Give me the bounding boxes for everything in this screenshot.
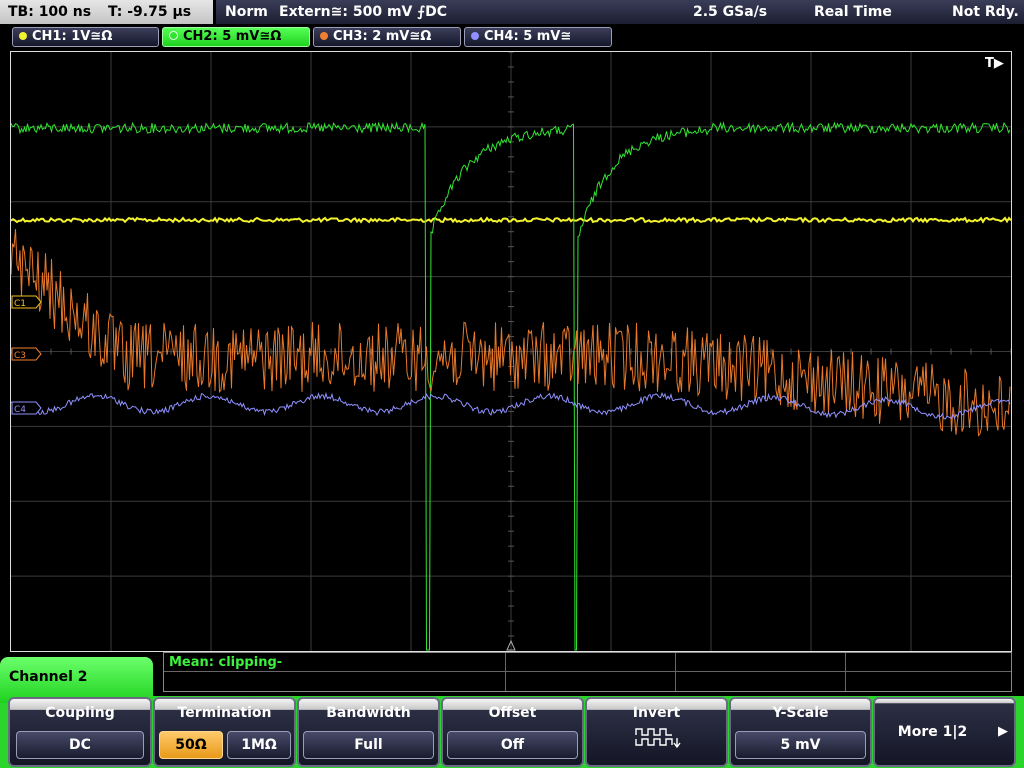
ch2-dot-icon: [169, 31, 178, 40]
trigger-source: Extern≅: 500 mV ⨍DC: [279, 4, 448, 20]
termination-1mohm-option[interactable]: 1MΩ: [227, 731, 291, 759]
invert-label: Invert: [632, 705, 681, 721]
acquisition-mode: Real Time: [814, 4, 892, 20]
invert-waveform-icon: [635, 728, 681, 749]
termination-50ohm-option[interactable]: 50Ω: [159, 731, 223, 759]
channel-tab-label: CH1: 1V≅Ω: [32, 29, 113, 44]
coupling-value[interactable]: DC: [16, 731, 144, 759]
ch4-ground-marker[interactable]: C4: [11, 401, 42, 415]
yscale-value[interactable]: 5 mV: [735, 731, 866, 759]
ch4-marker-label: C4: [14, 405, 26, 415]
more-label: More 1|2: [897, 724, 968, 740]
ch3-ground-marker[interactable]: C3: [11, 347, 42, 361]
trigger-position-marker[interactable]: T▶: [985, 56, 1004, 71]
more-softkey[interactable]: More 1|2 ▶: [873, 697, 1016, 767]
invert-softkey[interactable]: Invert: [585, 697, 728, 767]
trigger-mode: Norm: [225, 4, 268, 20]
channel-tab-ch3[interactable]: CH3: 2 mV≅Ω: [313, 27, 461, 47]
waveform-canvas: C1 C3 C4 T▶: [11, 52, 1011, 651]
termination-label: Termination: [177, 705, 272, 721]
channel-tab-label: CH2: 5 mV≅Ω: [183, 29, 282, 44]
timebase-readout: TB: 100 ns: [8, 4, 92, 20]
acquisition-state: Not Rdy.: [952, 4, 1019, 20]
trigger-status-bar[interactable]: Norm Extern≅: 500 mV ⨍DC 2.5 GSa/s Real …: [216, 0, 1024, 24]
timebase-panel[interactable]: TB: 100 ns T: -9.75 µs: [0, 0, 213, 24]
coupling-label: Coupling: [45, 705, 115, 721]
channel-tab-label: CH3: 2 mV≅Ω: [333, 29, 432, 44]
ch1-ground-marker[interactable]: C1: [11, 295, 42, 309]
channel-tab-ch1[interactable]: CH1: 1V≅Ω: [12, 27, 159, 47]
channel-tab-ch4[interactable]: CH4: 5 mV≅: [464, 27, 612, 47]
waveform-display[interactable]: C1 C3 C4 T▶: [10, 51, 1012, 652]
measurement-panel[interactable]: Mean: clipping-: [163, 652, 1012, 692]
ch3-dot-icon: [320, 32, 328, 40]
trigger-time-readout: T: -9.75 µs: [107, 4, 192, 20]
sample-rate: 2.5 GSa/s: [693, 4, 768, 20]
offset-value[interactable]: Off: [447, 731, 578, 759]
bandwidth-label: Bandwidth: [326, 705, 411, 721]
ch1-dot-icon: [19, 32, 27, 40]
yscale-label: Y-Scale: [772, 705, 829, 721]
measurement-result: Mean: clipping-: [169, 655, 283, 670]
offset-label: Offset: [488, 705, 537, 721]
channel-tab-label: CH4: 5 mV≅: [484, 29, 572, 44]
ch3-marker-label: C3: [14, 351, 26, 361]
bandwidth-value[interactable]: Full: [303, 731, 434, 759]
channel-markers: C1 C3 C4: [11, 295, 42, 415]
coupling-softkey[interactable]: Coupling DC: [8, 697, 152, 767]
ch4-dot-icon: [471, 32, 479, 40]
ch1-marker-label: C1: [14, 299, 26, 309]
yscale-softkey[interactable]: Y-Scale 5 mV: [729, 697, 872, 767]
channel-tab-ch2[interactable]: CH2: 5 mV≅Ω: [162, 27, 310, 47]
termination-softkey[interactable]: Termination 50Ω 1MΩ: [153, 697, 296, 767]
bandwidth-softkey[interactable]: Bandwidth Full: [297, 697, 440, 767]
more-arrow-icon: ▶: [998, 724, 1008, 739]
offset-softkey[interactable]: Offset Off: [441, 697, 584, 767]
